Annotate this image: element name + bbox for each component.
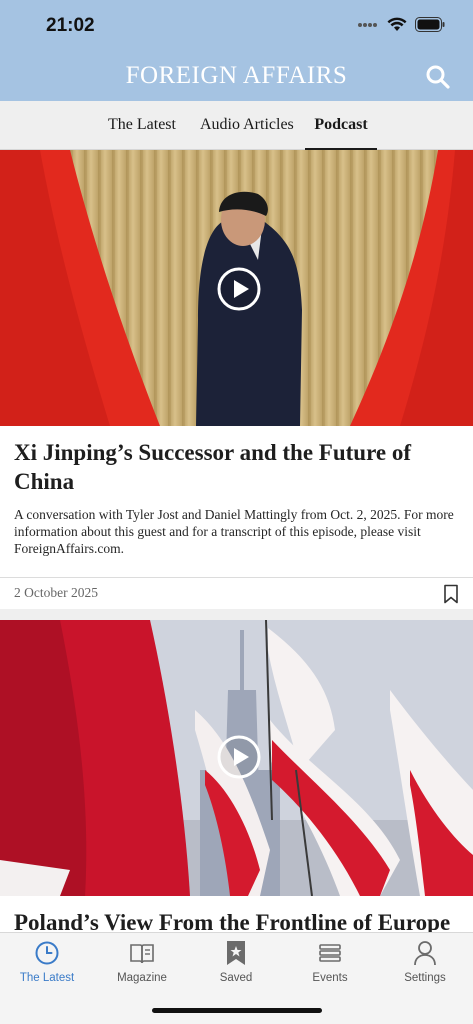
battery-icon xyxy=(415,17,445,32)
tabbar-settings[interactable]: Settings xyxy=(385,939,465,984)
person-icon xyxy=(414,941,436,966)
search-button[interactable] xyxy=(424,63,452,91)
status-time: 21:02 xyxy=(46,15,95,36)
card-divider xyxy=(0,609,473,620)
tabbar-label: Events xyxy=(312,972,348,984)
episode-image[interactable] xyxy=(0,150,473,426)
tab-the-latest[interactable]: The Latest xyxy=(108,101,176,150)
episode-meta: 2 October 2025 xyxy=(0,577,473,609)
tabbar-saved[interactable]: Saved xyxy=(196,939,276,984)
section-tabs: The Latest Audio Articles Podcast xyxy=(0,101,473,150)
home-indicator[interactable] xyxy=(152,1008,322,1013)
tabbar-events[interactable]: Events xyxy=(290,939,370,984)
clock-icon xyxy=(35,941,59,965)
events-icon xyxy=(319,944,341,962)
search-icon xyxy=(426,65,450,89)
tabbar-magazine[interactable]: Magazine xyxy=(102,939,182,984)
bookmark-icon[interactable] xyxy=(443,584,459,604)
play-icon[interactable] xyxy=(217,735,261,779)
tabbar-the-latest[interactable]: The Latest xyxy=(7,939,87,984)
app-header: 21:02 FOREIGN AFFAIRS xyxy=(0,0,473,101)
episode-description: A conversation with Tyler Jost and Danie… xyxy=(14,507,454,556)
episode-title[interactable]: Xi Jinping’s Successor and the Future of… xyxy=(14,438,459,496)
signal-icon xyxy=(358,22,377,27)
episode-image[interactable] xyxy=(0,620,473,896)
episode-date: 2 October 2025 xyxy=(14,585,98,600)
tabbar-label: Magazine xyxy=(117,972,167,984)
status-icons xyxy=(357,17,445,32)
bookmark-icon xyxy=(227,941,245,965)
tab-podcast[interactable]: Podcast xyxy=(305,101,377,150)
play-icon[interactable] xyxy=(217,267,261,311)
tabbar-label: Settings xyxy=(404,972,446,984)
tabbar-label: Saved xyxy=(219,972,253,984)
app-logo: FOREIGN AFFAIRS xyxy=(125,62,348,89)
wifi-icon xyxy=(387,17,407,31)
tab-audio-articles[interactable]: Audio Articles xyxy=(200,101,294,150)
tabbar-label: The Latest xyxy=(19,972,75,984)
magazine-icon xyxy=(130,944,154,964)
